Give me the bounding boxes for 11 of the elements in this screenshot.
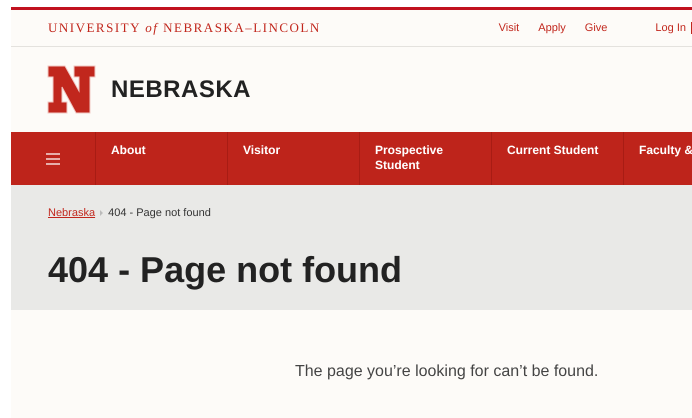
header-link[interactable]: Apply — [538, 20, 566, 36]
n-logo-icon[interactable] — [47, 65, 96, 114]
header-link[interactable]: Visit — [498, 20, 520, 36]
university-wordmark[interactable]: UNIVERSITY of NEBRASKA–LINCOLN — [48, 18, 321, 38]
error-message: The page you’re looking for can’t be found. — [295, 362, 598, 382]
header-link[interactable]: Give — [584, 20, 608, 36]
brand-name: NEBRASKA — [111, 74, 252, 104]
breadcrumb-link[interactable]: Nebraska — [48, 205, 96, 222]
breadcrumb-current: 404 - Page not found — [108, 206, 211, 221]
page-title: 404 - Page not found — [48, 252, 404, 288]
login-link[interactable]: Log In — [655, 20, 686, 36]
